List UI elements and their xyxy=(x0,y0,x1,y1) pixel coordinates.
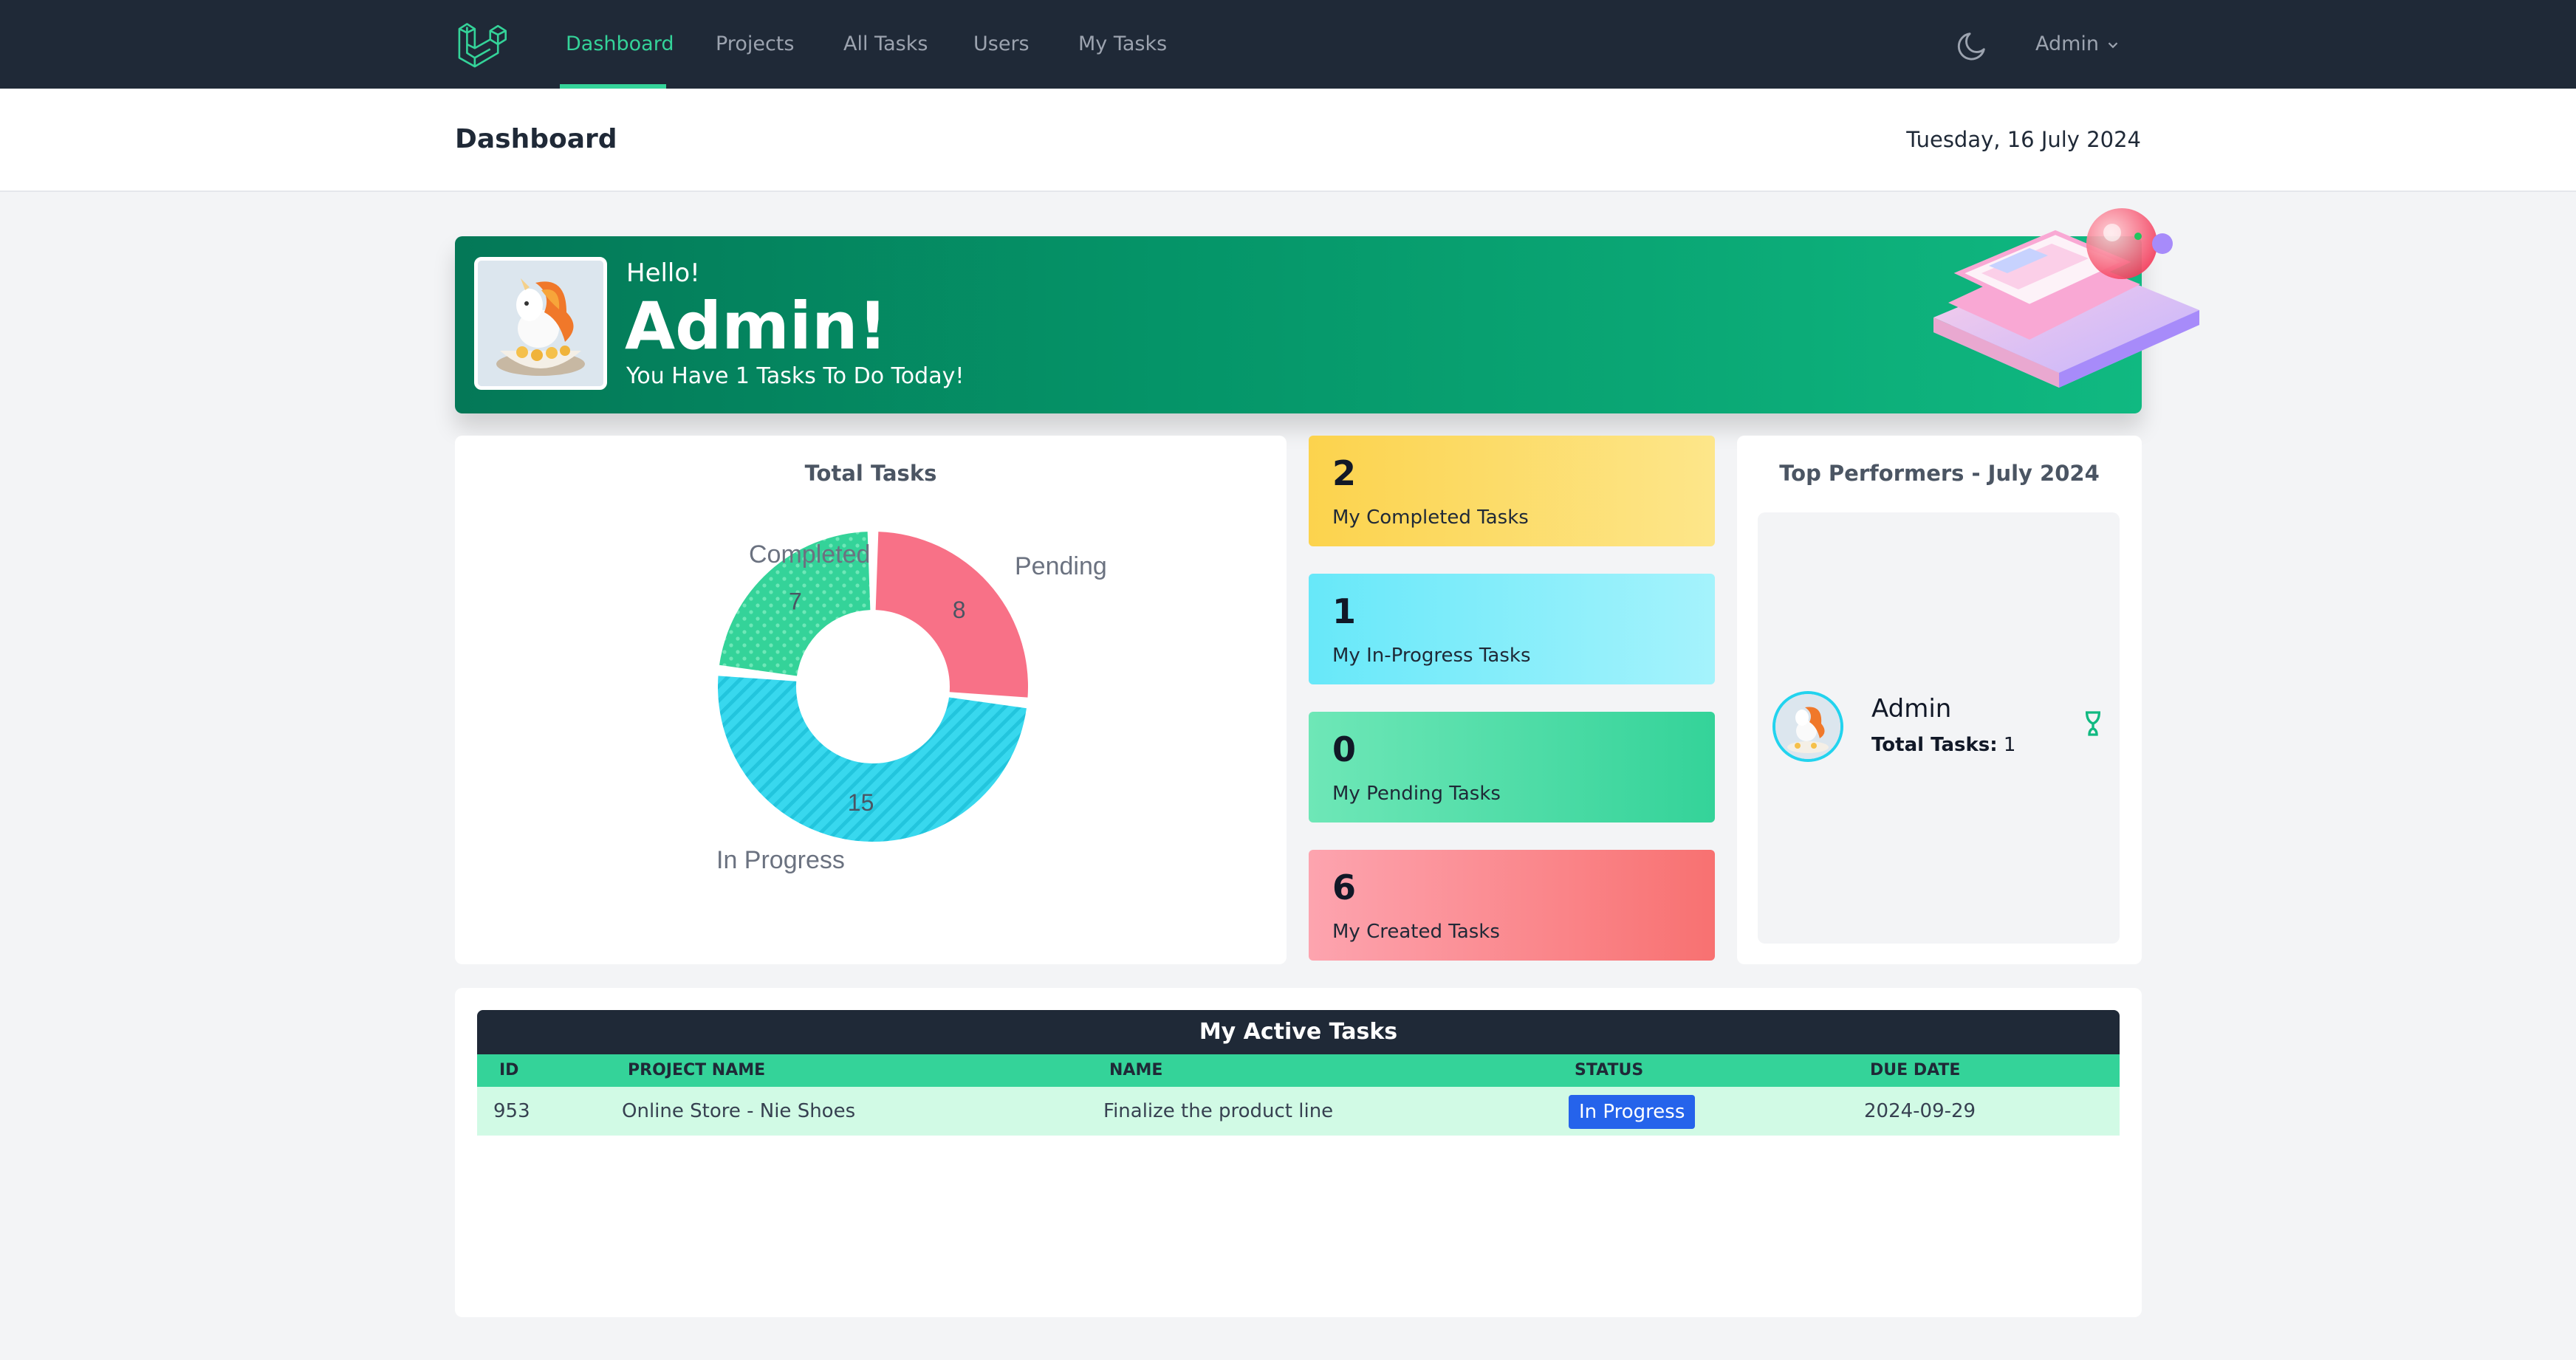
user-menu-button[interactable]: Admin xyxy=(2035,0,2099,89)
nav-my-tasks[interactable]: My Tasks xyxy=(1078,0,1167,89)
tablet-illustration xyxy=(1933,208,2199,388)
column-header-name[interactable]: NAME xyxy=(1109,1054,1162,1087)
column-header-due-date[interactable]: DUE DATE xyxy=(1870,1054,1960,1087)
cell-task-name[interactable]: Finalize the product line xyxy=(1103,1087,1333,1136)
status-badge: In Progress xyxy=(1569,1095,1696,1129)
performer-task-count: Total Tasks: 1 xyxy=(1871,734,2015,756)
page-title: Dashboard xyxy=(455,124,617,154)
cell-due-date: 2024-09-29 xyxy=(1864,1100,1976,1122)
table-row[interactable]: 953 Online Store - Nie Shoes Finalize th… xyxy=(477,1087,2120,1136)
stat-value: 6 xyxy=(1332,868,1357,907)
stat-label: My Completed Tasks xyxy=(1332,506,1529,529)
stat-completed-tasks[interactable]: 2 My Completed Tasks xyxy=(1309,436,1715,546)
user-avatar xyxy=(474,257,607,390)
performer-task-value: 1 xyxy=(2003,734,2016,756)
cell-id: 953 xyxy=(493,1100,530,1122)
trophy-icon xyxy=(2086,711,2100,736)
active-tasks-card: My Active Tasks ID PROJECT NAME NAME STA… xyxy=(455,988,2142,1317)
stat-label: My In-Progress Tasks xyxy=(1332,645,1531,667)
page-header: Dashboard Tuesday, 16 July 2024 xyxy=(0,89,2576,192)
performer-task-label: Total Tasks: xyxy=(1871,734,1998,756)
stat-value: 1 xyxy=(1332,591,1357,631)
top-performers-title: Top Performers - July 2024 xyxy=(1779,461,2100,486)
stat-created-tasks[interactable]: 6 My Created Tasks xyxy=(1309,850,1715,961)
stat-in-progress-tasks[interactable]: 1 My In-Progress Tasks xyxy=(1309,574,1715,684)
total-tasks-card: Total Tasks 8 15 7 Pending In Progress Compl… xyxy=(455,436,1287,964)
stat-value: 0 xyxy=(1332,729,1357,769)
stat-label: My Created Tasks xyxy=(1332,921,1500,943)
dark-mode-toggle-icon[interactable] xyxy=(1956,28,1990,62)
current-date: Tuesday, 16 July 2024 xyxy=(1906,127,2141,152)
performer-avatar xyxy=(1772,691,1843,762)
user-menu-label: Admin xyxy=(2035,32,2100,55)
stat-pending-tasks[interactable]: 0 My Pending Tasks xyxy=(1309,712,1715,822)
banner-greeting: Hello! xyxy=(626,258,700,288)
nav-users[interactable]: Users xyxy=(973,0,1030,89)
chevron-down-icon[interactable] xyxy=(2105,37,2121,53)
total-tasks-donut-chart: 8 15 7 Pending In Progress Completed xyxy=(716,532,1107,874)
top-navbar: Dashboard Projects All Tasks Users My Ta… xyxy=(0,0,2576,89)
cell-project-name[interactable]: Online Store - Nie Shoes xyxy=(622,1087,855,1136)
donut-category-label: In Progress xyxy=(716,846,845,874)
top-performers-list: Admin Total Tasks: 1 xyxy=(1758,512,2120,944)
banner-subtitle: You Have 1 Tasks To Do Today! xyxy=(626,363,965,389)
column-header-status[interactable]: STATUS xyxy=(1575,1054,1643,1087)
active-tasks-title: My Active Tasks xyxy=(477,1010,2120,1054)
banner-username: Admin! xyxy=(625,288,888,364)
donut-value-label: 15 xyxy=(848,789,874,816)
table-header: ID PROJECT NAME NAME STATUS DUE DATE xyxy=(477,1054,2120,1087)
laravel-logo-icon[interactable] xyxy=(456,19,507,69)
nav-projects[interactable]: Projects xyxy=(716,0,794,89)
column-header-id[interactable]: ID xyxy=(499,1054,518,1087)
performer-name: Admin xyxy=(1871,694,1952,724)
nav-dashboard[interactable]: Dashboard xyxy=(566,0,674,89)
top-performers-card: Top Performers - July 2024 Admin Total T… xyxy=(1737,436,2142,964)
stat-label: My Pending Tasks xyxy=(1332,783,1501,805)
nav-all-tasks[interactable]: All Tasks xyxy=(843,0,928,89)
donut-category-label: Pending xyxy=(1015,552,1107,580)
welcome-banner: Hello! Admin! You Have 1 Tasks To Do Tod… xyxy=(455,236,2142,413)
stat-value: 2 xyxy=(1332,453,1357,493)
donut-slice-in-progress[interactable] xyxy=(718,676,1027,842)
donut-value-label: 8 xyxy=(953,597,966,623)
donut-value-label: 7 xyxy=(789,588,802,614)
column-header-project-name[interactable]: PROJECT NAME xyxy=(628,1054,765,1087)
donut-category-label: Completed xyxy=(749,540,870,569)
